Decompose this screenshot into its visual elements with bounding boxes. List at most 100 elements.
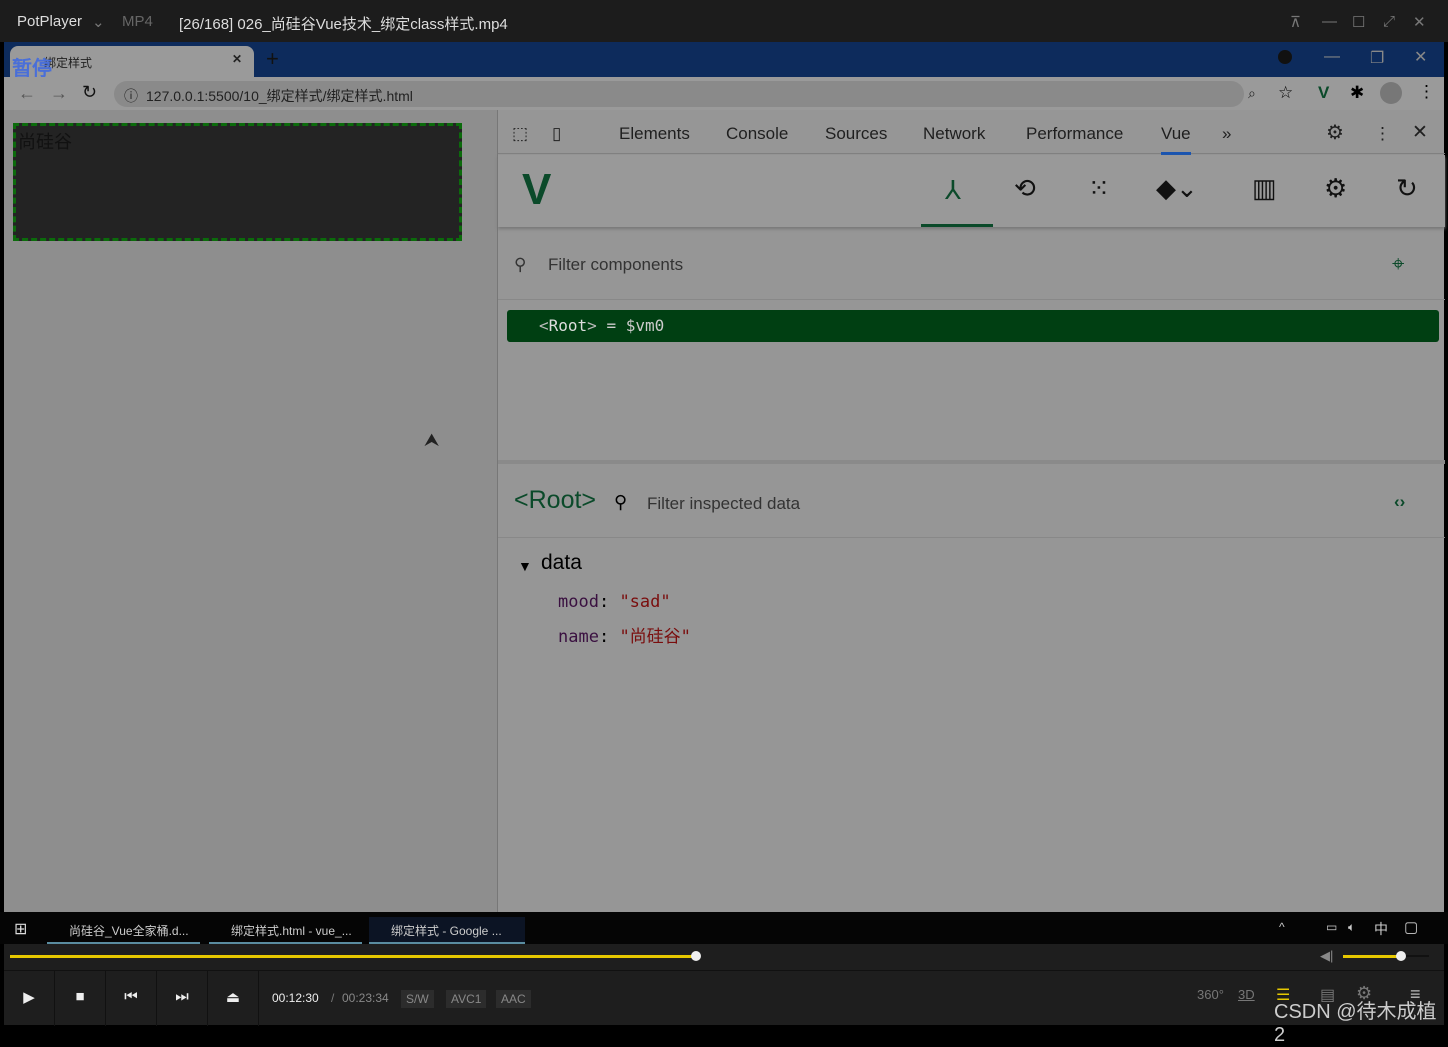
3d-icon[interactable]: 3D: [1238, 987, 1255, 1002]
eject-button[interactable]: ⏏: [208, 971, 259, 1026]
field-key: mood: [558, 592, 599, 612]
search-icon: ⚲: [514, 255, 527, 274]
routing-icon[interactable]: ◆⌄: [1156, 173, 1198, 204]
volume-level: [1343, 955, 1402, 958]
timeline-icon[interactable]: ⟲: [1014, 173, 1036, 204]
time-separator: /: [331, 991, 335, 1005]
record-icon: [1278, 50, 1292, 64]
forward-icon[interactable]: →: [50, 83, 68, 104]
taskbar-label: 绑定样式 - Google ...: [391, 924, 502, 938]
page-viewport: 尚硅谷 ⮝: [4, 110, 497, 912]
window-restore-icon[interactable]: ❐: [1370, 48, 1384, 68]
tab-performance[interactable]: Performance: [1026, 124, 1123, 144]
section-title: data: [541, 551, 582, 574]
zoom-icon[interactable]: ⌕: [1248, 85, 1256, 102]
filter-components-input[interactable]: Filter components: [548, 255, 683, 275]
vuex-icon[interactable]: ⁙: [1088, 173, 1110, 204]
player-app-menu[interactable]: PotPlayer: [17, 13, 82, 30]
tab-elements[interactable]: Elements: [619, 124, 690, 144]
performance-icon[interactable]: ▥: [1252, 173, 1277, 204]
inspected-name: Root: [528, 486, 582, 514]
tab-network[interactable]: Network: [923, 124, 985, 144]
settings-icon[interactable]: ⚙: [1326, 120, 1344, 145]
volume-icon[interactable]: ◀|: [1320, 948, 1333, 964]
windows-taskbar: ⊞ 尚硅谷_Vue全家桶.d... 绑定样式.html - vue_... 绑定…: [0, 912, 1448, 944]
play-button[interactable]: ▶: [4, 971, 55, 1026]
root-component-row[interactable]: <Root> = $vm0: [507, 310, 1439, 342]
format-label: MP4: [122, 13, 153, 30]
volume-tray-icon[interactable]: 🔈︎: [1348, 920, 1355, 935]
player-titlebar: PotPlayer ⌄ MP4 [26/168] 026_尚硅谷Vue技术_绑定…: [0, 0, 1448, 42]
taskbar-item-vscode[interactable]: 绑定样式.html - vue_...: [209, 917, 362, 944]
device-toggle-icon[interactable]: ▯: [552, 124, 561, 144]
close-icon[interactable]: ✕: [1413, 13, 1426, 31]
seek-bar[interactable]: ◀|: [4, 944, 1444, 970]
taskbar-item-chrome[interactable]: 绑定样式 - Google ...: [369, 917, 525, 944]
url-input[interactable]: ⓘ 127.0.0.1:5500/10_绑定样式/绑定样式.html ⌕: [114, 81, 1256, 107]
vue-settings-icon[interactable]: ⚙: [1324, 173, 1347, 204]
taskbar-label: 绑定样式.html - vue_...: [231, 924, 352, 938]
root-open-bracket: <: [539, 316, 549, 335]
minimize-icon[interactable]: —: [1322, 13, 1337, 30]
next-button[interactable]: ⏭: [157, 971, 208, 1026]
tray-chevron-icon[interactable]: ^: [1279, 920, 1285, 934]
new-tab-icon[interactable]: +: [266, 46, 279, 72]
filter-inspected-input[interactable]: Filter inspected data: [647, 494, 800, 514]
badge-video-codec[interactable]: AVC1: [446, 990, 487, 1008]
data-field: name: "尚硅谷": [558, 627, 691, 647]
fullscreen-icon[interactable]: ⤢: [1383, 13, 1395, 30]
inspector-header: <Root> ⚲ Filter inspected data ‹›: [498, 460, 1445, 538]
component-filter-row: ⚲ Filter components ⌖: [498, 234, 1445, 300]
badge-sw[interactable]: S/W: [401, 990, 434, 1008]
root-tag: Root: [548, 316, 588, 335]
star-icon[interactable]: ☆: [1278, 83, 1293, 103]
more-tabs-icon[interactable]: »: [1222, 124, 1231, 144]
devtools-panel: ⬚ ▯ Elements Console Sources Network Per…: [497, 110, 1445, 912]
stop-button[interactable]: ■: [55, 971, 106, 1026]
root-close-bracket: >: [587, 316, 607, 335]
watermark: CSDN @待木成植2: [1274, 1001, 1437, 1046]
close-devtools-icon[interactable]: ✕: [1412, 121, 1428, 144]
more-icon[interactable]: ⋮: [1418, 82, 1435, 102]
url-text: 127.0.0.1:5500/10_绑定样式/绑定样式.html: [146, 88, 413, 104]
field-value: "尚硅谷": [619, 627, 691, 647]
seek-handle[interactable]: [690, 951, 701, 961]
360-icon[interactable]: 360°: [1197, 987, 1224, 1002]
cursor-icon: ⮝: [424, 430, 440, 450]
taskbar-item-word[interactable]: 尚硅谷_Vue全家桶.d...: [47, 917, 200, 944]
player-controls: ▶ ■ ⏮ ⏭ ⏏ 00:12:30 / 00:23:34 S/W AVC1 A…: [4, 970, 1444, 1046]
windows-start-icon[interactable]: ⊞: [14, 919, 27, 939]
pin-icon[interactable]: ⊼: [1290, 13, 1301, 31]
components-icon: ⅄: [945, 175, 961, 205]
refresh-icon[interactable]: ↻: [1396, 173, 1418, 204]
inspected-title: <Root>: [514, 486, 597, 514]
profile-icon[interactable]: [1380, 82, 1402, 104]
total-time: 00:23:34: [342, 991, 389, 1005]
tab-sources[interactable]: Sources: [825, 124, 887, 144]
back-icon[interactable]: ←: [18, 83, 36, 104]
previous-button[interactable]: ⏮: [106, 971, 157, 1026]
volume-handle[interactable]: [1396, 951, 1407, 961]
inspect-element-icon[interactable]: ⬚: [512, 124, 528, 144]
notification-icon[interactable]: ▢: [1404, 918, 1418, 936]
maximize-icon[interactable]: ☐: [1352, 13, 1365, 31]
data-field: mood: "sad": [558, 592, 671, 612]
tab-vue[interactable]: Vue: [1161, 124, 1191, 155]
current-time: 00:12:30: [272, 991, 319, 1005]
vue-extension-icon[interactable]: V: [1318, 83, 1329, 103]
extensions-icon[interactable]: ✱: [1350, 83, 1364, 103]
tab-console[interactable]: Console: [726, 124, 788, 144]
window-close-icon[interactable]: ✕: [1414, 47, 1427, 67]
collapse-triangle-icon[interactable]: ▼: [518, 558, 532, 574]
reload-icon[interactable]: ↻: [82, 82, 97, 103]
select-component-icon[interactable]: ⌖: [1392, 251, 1404, 277]
tab-close-icon[interactable]: ✕: [232, 52, 242, 66]
devtools-tabbar: ⬚ ▯ Elements Console Sources Network Per…: [498, 110, 1445, 155]
window-minimize-icon[interactable]: —: [1324, 48, 1340, 66]
ime-indicator[interactable]: 中: [1374, 919, 1388, 939]
components-tab[interactable]: ⅄: [921, 155, 993, 227]
badge-audio-codec[interactable]: AAC: [496, 990, 531, 1008]
code-icon[interactable]: ‹›: [1394, 492, 1405, 512]
more-icon[interactable]: ⋮: [1374, 124, 1391, 144]
root-assign: = $vm0: [606, 316, 665, 335]
